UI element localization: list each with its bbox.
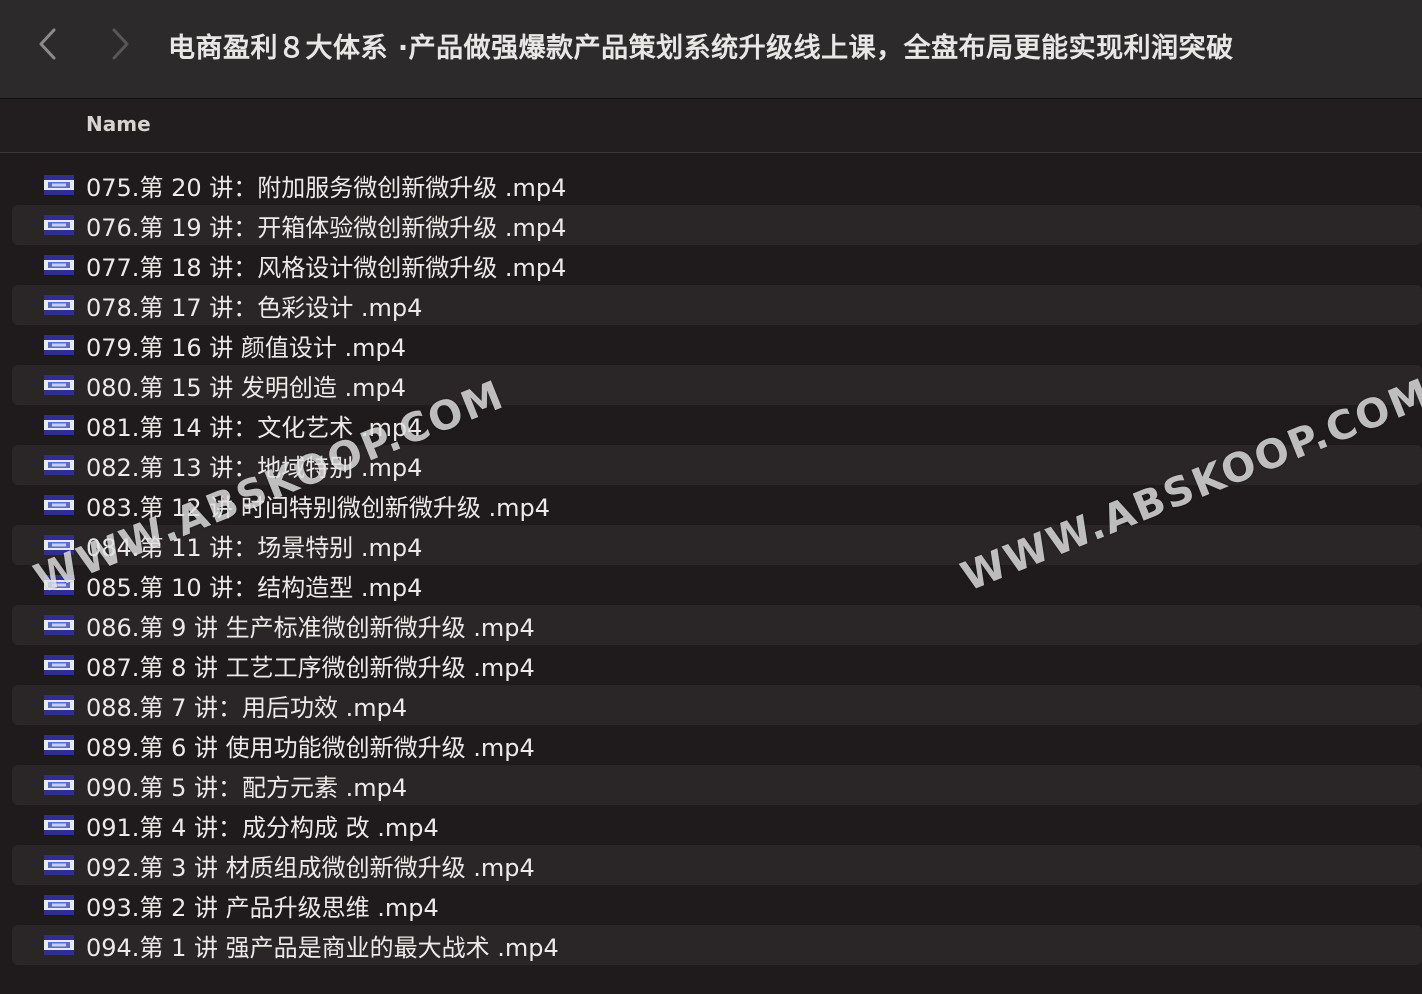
file-name: 094.第 1 讲 强产品是商业的最大战术 .mp4 <box>86 933 559 962</box>
video-file-icon <box>44 615 74 635</box>
video-file-icon <box>44 335 74 355</box>
video-file-icon <box>44 215 74 235</box>
toolbar: 电商盈利８大体系 ·产品做强爆款产品策划系统升级线上课，全盘布局更能实现利润突破 <box>0 0 1422 99</box>
file-name: 092.第 3 讲 材质组成微创新微升级 .mp4 <box>86 853 535 882</box>
name-column-header[interactable]: Name <box>86 112 151 136</box>
file-row[interactable]: 081.第 14 讲：文化艺术 .mp4 <box>12 405 1422 445</box>
file-name: 082.第 13 讲：地域特别 .mp4 <box>86 453 423 482</box>
file-row[interactable]: 094.第 1 讲 强产品是商业的最大战术 .mp4 <box>12 925 1422 965</box>
file-row[interactable]: 091.第 4 讲：成分构成 改 .mp4 <box>12 805 1422 845</box>
file-name: 087.第 8 讲 工艺工序微创新微升级 .mp4 <box>86 653 535 682</box>
back-button[interactable] <box>28 22 68 66</box>
video-file-icon <box>44 495 74 515</box>
file-name: 081.第 14 讲：文化艺术 .mp4 <box>86 413 423 442</box>
file-row[interactable]: 089.第 6 讲 使用功能微创新微升级 .mp4 <box>12 725 1422 765</box>
file-name: 079.第 16 讲 颜值设计 .mp4 <box>86 333 407 362</box>
chevron-right-icon <box>112 28 129 60</box>
file-row[interactable]: 090.第 5 讲：配方元素 .mp4 <box>12 765 1422 805</box>
file-row[interactable]: 075.第 20 讲：附加服务微创新微升级 .mp4 <box>12 165 1422 205</box>
forward-button[interactable] <box>100 22 140 66</box>
video-file-icon <box>44 695 74 715</box>
video-file-icon <box>44 655 74 675</box>
file-name: 083.第 12 讲 时间特别微创新微升级 .mp4 <box>86 493 551 522</box>
file-name: 076.第 19 讲：开箱体验微创新微升级 .mp4 <box>86 213 567 242</box>
video-file-icon <box>44 535 74 555</box>
file-name: 075.第 20 讲：附加服务微创新微升级 .mp4 <box>86 173 567 202</box>
file-row[interactable]: 078.第 17 讲：色彩设计 .mp4 <box>12 285 1422 325</box>
video-file-icon <box>44 295 74 315</box>
file-name: 093.第 2 讲 产品升级思维 .mp4 <box>86 893 439 922</box>
video-file-icon <box>44 255 74 275</box>
file-row[interactable]: 084.第 11 讲：场景特别 .mp4 <box>12 525 1422 565</box>
video-file-icon <box>44 775 74 795</box>
file-row[interactable]: 077.第 18 讲：风格设计微创新微升级 .mp4 <box>12 245 1422 285</box>
video-file-icon <box>44 415 74 435</box>
chevron-left-icon <box>39 28 56 60</box>
list-header: Name <box>0 99 1422 153</box>
video-file-icon <box>44 455 74 475</box>
video-file-icon <box>44 375 74 395</box>
video-file-icon <box>44 575 74 595</box>
file-row[interactable]: 082.第 13 讲：地域特别 .mp4 <box>12 445 1422 485</box>
file-name: 080.第 15 讲 发明创造 .mp4 <box>86 373 407 402</box>
file-row[interactable]: 083.第 12 讲 时间特别微创新微升级 .mp4 <box>12 485 1422 525</box>
file-name: 088.第 7 讲：用后功效 .mp4 <box>86 693 408 722</box>
file-row[interactable]: 087.第 8 讲 工艺工序微创新微升级 .mp4 <box>12 645 1422 685</box>
video-file-icon <box>44 815 74 835</box>
video-file-icon <box>44 175 74 195</box>
file-row[interactable]: 076.第 19 讲：开箱体验微创新微升级 .mp4 <box>12 205 1422 245</box>
video-file-icon <box>44 735 74 755</box>
file-row[interactable]: 085.第 10 讲：结构造型 .mp4 <box>12 565 1422 605</box>
file-row[interactable]: 088.第 7 讲：用后功效 .mp4 <box>12 685 1422 725</box>
file-row[interactable]: 092.第 3 讲 材质组成微创新微升级 .mp4 <box>12 845 1422 885</box>
window-title: 电商盈利８大体系 ·产品做强爆款产品策划系统升级线上课，全盘布局更能实现利润突破 <box>168 33 1234 64</box>
file-name: 078.第 17 讲：色彩设计 .mp4 <box>86 293 423 322</box>
file-row[interactable]: 079.第 16 讲 颜值设计 .mp4 <box>12 325 1422 365</box>
file-row[interactable]: 093.第 2 讲 产品升级思维 .mp4 <box>12 885 1422 925</box>
file-name: 090.第 5 讲：配方元素 .mp4 <box>86 773 408 802</box>
finder-window: 电商盈利８大体系 ·产品做强爆款产品策划系统升级线上课，全盘布局更能实现利润突破… <box>0 0 1422 994</box>
file-list: 075.第 20 讲：附加服务微创新微升级 .mp4 076.第 19 讲：开箱体… <box>12 165 1422 965</box>
file-name: 086.第 9 讲 生产标准微创新微升级 .mp4 <box>86 613 535 642</box>
file-name: 091.第 4 讲：成分构成 改 .mp4 <box>86 813 439 842</box>
video-file-icon <box>44 855 74 875</box>
file-name: 089.第 6 讲 使用功能微创新微升级 .mp4 <box>86 733 535 762</box>
file-name: 077.第 18 讲：风格设计微创新微升级 .mp4 <box>86 253 567 282</box>
file-name: 085.第 10 讲：结构造型 .mp4 <box>86 573 423 602</box>
file-row[interactable]: 086.第 9 讲 生产标准微创新微升级 .mp4 <box>12 605 1422 645</box>
video-file-icon <box>44 935 74 955</box>
video-file-icon <box>44 895 74 915</box>
file-name: 084.第 11 讲：场景特别 .mp4 <box>86 533 423 562</box>
file-row[interactable]: 080.第 15 讲 发明创造 .mp4 <box>12 365 1422 405</box>
